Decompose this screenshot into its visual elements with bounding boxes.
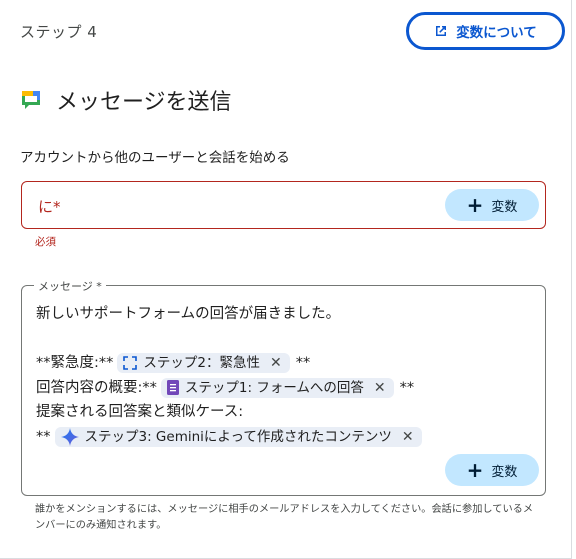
add-variable-button[interactable]: + 変数	[445, 189, 539, 221]
helper-text: 誰かをメンションするには、メッセージに相手のメールアドレスを入力してください。会…	[35, 504, 534, 531]
plus-icon: +	[466, 193, 484, 217]
about-variables-label: 変数について	[456, 25, 537, 41]
plus-icon: +	[466, 458, 484, 482]
message-text: 回答内容の概要:**	[36, 379, 157, 396]
add-variable-button[interactable]: + 変数	[445, 454, 539, 486]
variable-chip-gemini[interactable]: ステップ3: Geminiによって作成されたコンテンツ ✕	[54, 425, 422, 450]
message-line: **緊急度:** ステップ2：緊急性 ✕ **	[36, 351, 531, 376]
category-icon	[123, 356, 138, 371]
action-title: メッセージを送信	[56, 90, 232, 115]
chip-label: ステップ2：緊急性	[143, 355, 260, 371]
message-text: **	[295, 355, 311, 371]
chip-label: ステップ3: Geminiによって作成されたコンテンツ	[84, 428, 392, 445]
message-line: 新しいサポートフォームの回答が届きました。	[36, 302, 531, 327]
step-panel: ステップ 4 変数について メッセージを送信 アカウントから他のユーザーと会話を…	[0, 0, 572, 559]
step-label: ステップ 4	[20, 23, 98, 41]
required-error-text: 必須	[35, 236, 56, 248]
chip-label: ステップ1: フォームへの回答	[184, 379, 364, 396]
to-field-label: に*	[38, 198, 61, 216]
about-variables-button[interactable]: 変数について	[406, 12, 565, 50]
message-text: **	[399, 379, 415, 396]
message-text: 提案される回答案と類似ケース:	[36, 404, 244, 420]
message-text: **緊急度:**	[36, 355, 114, 371]
google-forms-icon	[166, 380, 179, 396]
remove-chip-icon[interactable]: ✕	[402, 425, 414, 450]
gemini-sparkle-icon	[60, 427, 79, 446]
message-line: ** ステップ3: Geminiによって作成されたコンテンツ ✕	[36, 425, 531, 450]
variable-chip-urgency[interactable]: ステップ2：緊急性 ✕	[117, 351, 290, 376]
message-field[interactable]: メッセージ * 新しいサポートフォームの回答が届きました。 **緊急度:** ス…	[21, 278, 546, 496]
message-field-label: メッセージ *	[34, 278, 106, 294]
message-line: 提案される回答案と類似ケース:	[36, 400, 531, 425]
remove-chip-icon[interactable]: ✕	[374, 376, 386, 401]
message-line: 回答内容の概要:** ステップ1: フォームへの回答 ✕ **	[36, 376, 531, 401]
variable-chip-form[interactable]: ステップ1: フォームへの回答 ✕	[160, 376, 394, 401]
action-description: アカウントから他のユーザーと会話を始める	[20, 150, 290, 166]
message-body[interactable]: 新しいサポートフォームの回答が届きました。 **緊急度:** ステップ2：緊急性…	[36, 302, 531, 449]
message-text: **	[36, 428, 51, 445]
action-title-row: メッセージを送信	[20, 84, 232, 116]
remove-chip-icon[interactable]: ✕	[270, 351, 282, 376]
to-field[interactable]: に* + 変数	[21, 181, 546, 229]
message-text: 新しいサポートフォームの回答が届きました。	[36, 306, 341, 322]
google-chat-logo-icon	[22, 91, 40, 109]
open-in-new-icon	[436, 26, 447, 36]
add-variable-label: 変数	[491, 199, 518, 215]
add-variable-label: 変数	[491, 464, 518, 480]
